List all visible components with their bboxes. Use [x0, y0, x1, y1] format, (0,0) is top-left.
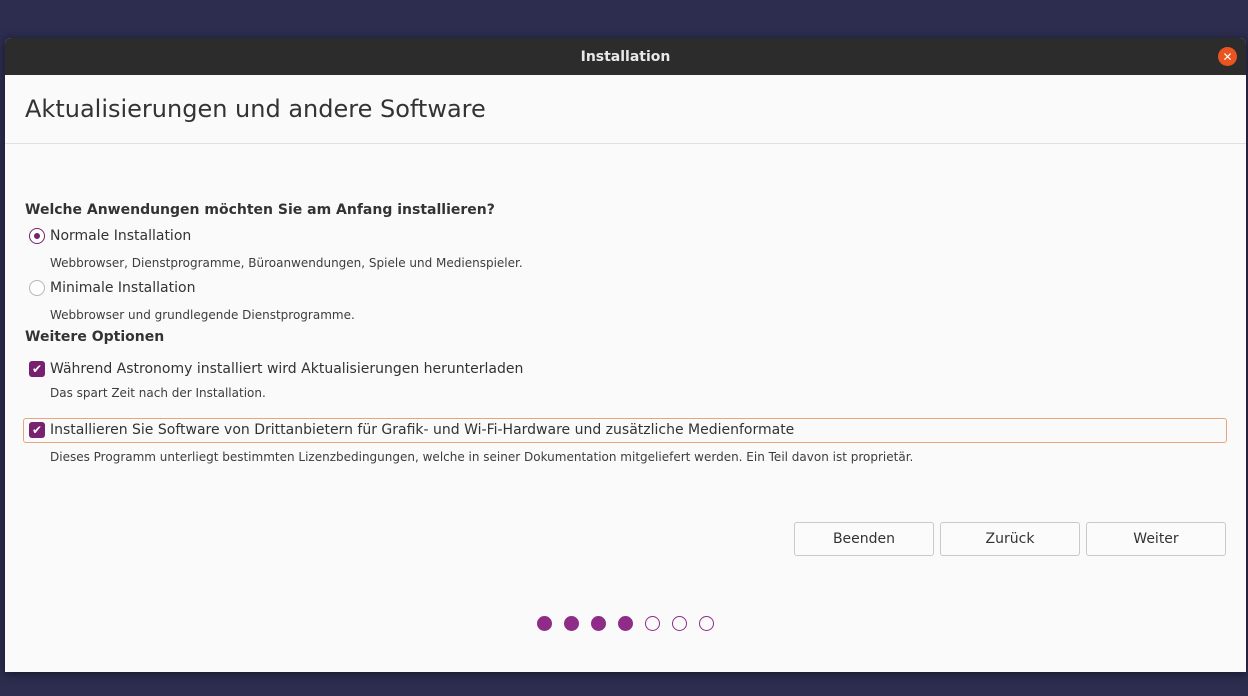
checkmark-icon: ✔	[31, 423, 43, 437]
minimal-installation-label: Minimale Installation	[50, 280, 196, 296]
download-updates-checkbox[interactable]: ✔	[29, 361, 45, 377]
back-button[interactable]: Zurück	[940, 522, 1080, 556]
progress-dot	[564, 616, 579, 631]
window-title: Installation	[580, 48, 671, 65]
next-button[interactable]: Weiter	[1086, 522, 1226, 556]
download-updates-label: Während Astronomy installiert wird Aktua…	[50, 361, 524, 377]
minimal-installation-description: Webbrowser und grundlegende Dienstprogra…	[50, 308, 355, 322]
other-options-heading: Weitere Optionen	[25, 329, 165, 345]
close-button[interactable]: ✕	[1218, 47, 1237, 66]
install-type-heading: Welche Anwendungen möchten Sie am Anfang…	[25, 202, 495, 218]
page-title: Aktualisierungen und andere Software	[25, 95, 486, 123]
progress-dot	[618, 616, 633, 631]
titlebar: Installation ✕	[5, 38, 1246, 75]
close-icon: ✕	[1222, 49, 1233, 64]
progress-dot	[699, 616, 714, 631]
third-party-software-label: Installieren Sie Software von Drittanbie…	[50, 422, 795, 438]
normal-installation-label: Normale Installation	[50, 228, 192, 244]
third-party-software-description: Dieses Programm unterliegt bestimmten Li…	[50, 450, 914, 464]
installer-window: Installation ✕ Aktualisierungen und ande…	[5, 38, 1246, 672]
normal-installation-radio[interactable]	[29, 228, 45, 244]
minimal-installation-radio[interactable]	[29, 280, 45, 296]
normal-installation-option[interactable]: Normale Installation	[25, 225, 191, 247]
third-party-software-checkbox[interactable]: ✔	[29, 422, 45, 438]
progress-dot	[591, 616, 606, 631]
progress-dot	[537, 616, 552, 631]
normal-installation-description: Webbrowser, Dienstprogramme, Büroanwendu…	[50, 256, 523, 270]
progress-dots	[537, 616, 726, 631]
download-updates-description: Das spart Zeit nach der Installation.	[50, 386, 266, 400]
progress-dot	[645, 616, 660, 631]
checkmark-icon: ✔	[31, 362, 43, 376]
minimal-installation-option[interactable]: Minimale Installation	[25, 277, 195, 299]
quit-button[interactable]: Beenden	[794, 522, 934, 556]
download-updates-option[interactable]: ✔ Während Astronomy installiert wird Akt…	[25, 358, 523, 380]
page-header: Aktualisierungen und andere Software	[5, 75, 1246, 144]
third-party-software-option[interactable]: ✔ Installieren Sie Software von Drittanb…	[25, 419, 794, 441]
progress-dot	[672, 616, 687, 631]
